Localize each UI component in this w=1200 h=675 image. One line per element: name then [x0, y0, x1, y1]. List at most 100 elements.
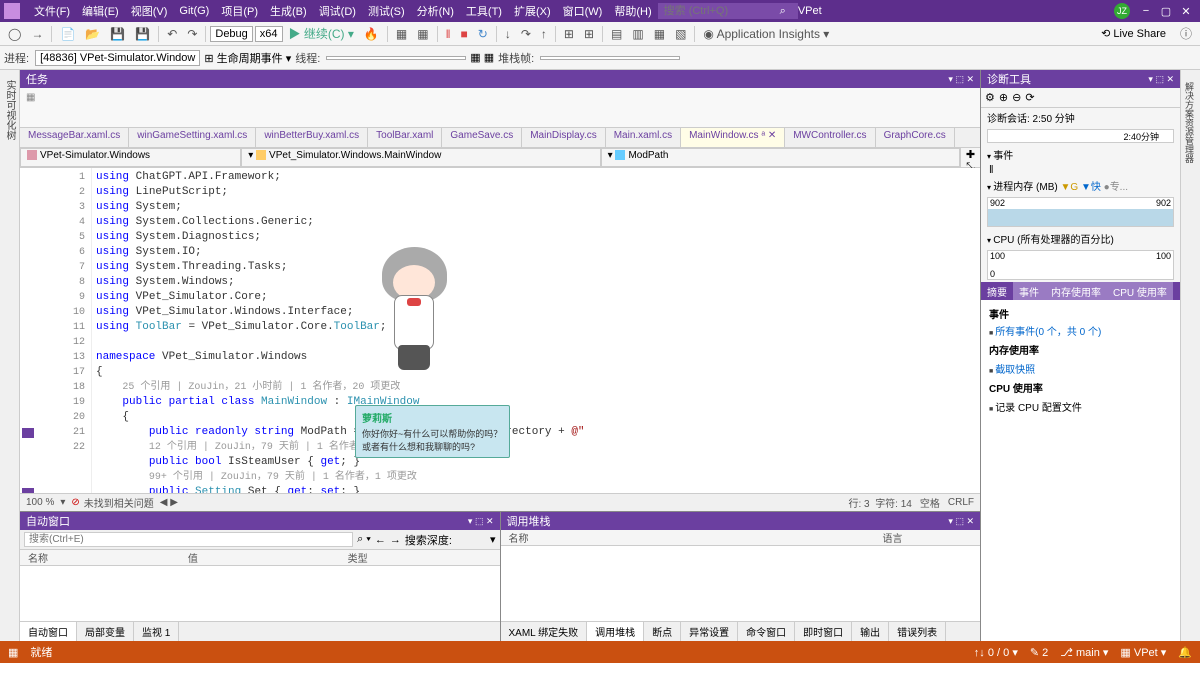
- task-panel-controls[interactable]: ▾ ⬚ ✕: [948, 74, 974, 85]
- step-out-button[interactable]: ↑: [537, 25, 551, 43]
- indent-mode[interactable]: 空格: [920, 495, 940, 510]
- restart-button[interactable]: ↻: [474, 25, 492, 43]
- cs-tab-5[interactable]: 即时窗口: [795, 622, 852, 641]
- right-vtab-0[interactable]: 解决方案资源管理器: [1181, 76, 1198, 641]
- errors-status[interactable]: ↑↓ 0 / 0 ▾: [974, 646, 1018, 659]
- close-button[interactable]: ✕: [1176, 5, 1196, 18]
- diag-timeline[interactable]: 2:40分钟: [987, 129, 1174, 143]
- diag-tab-cpu[interactable]: CPU 使用率: [1107, 282, 1173, 300]
- menu-extensions[interactable]: 扩展(X): [508, 3, 557, 19]
- maximize-button[interactable]: ▢: [1156, 5, 1176, 18]
- redo-button[interactable]: ↷: [183, 25, 201, 43]
- menu-tools[interactable]: 工具(T): [460, 3, 508, 19]
- notification-icon[interactable]: 🔔: [1178, 646, 1192, 659]
- diag-reset-icon[interactable]: ⟳: [1025, 91, 1034, 104]
- menu-window[interactable]: 窗口(W): [557, 3, 609, 19]
- menu-file[interactable]: 文件(F): [28, 3, 76, 19]
- issue-nav[interactable]: ◀ ▶: [160, 497, 178, 508]
- cs-tab-6[interactable]: 输出: [852, 622, 889, 641]
- lifecycle-button[interactable]: ⊞ 生命周期事件 ▾: [204, 50, 291, 66]
- tab-autos[interactable]: 自动窗口: [20, 622, 77, 641]
- config-dropdown[interactable]: Debug: [210, 26, 252, 42]
- process-dropdown[interactable]: [48836] VPet-Simulator.Window: [35, 50, 200, 66]
- commits-status[interactable]: ✎ 2: [1030, 646, 1048, 659]
- bookmark-icon[interactable]: [22, 488, 34, 493]
- search-icon[interactable]: ⌕: [780, 5, 786, 18]
- xaml-tools4-button[interactable]: ▧: [671, 25, 690, 43]
- save-button[interactable]: 💾: [106, 25, 129, 43]
- cs-tab-2[interactable]: 断点: [644, 622, 681, 641]
- menu-edit[interactable]: 编辑(E): [76, 3, 125, 19]
- new-project-button[interactable]: 📄: [56, 25, 79, 43]
- menu-git[interactable]: Git(G): [173, 5, 215, 17]
- doc-tab-5[interactable]: MainDisplay.cs: [522, 128, 606, 147]
- branch-status[interactable]: ⎇ main ▾: [1060, 646, 1108, 659]
- cs-tab-0[interactable]: XAML 绑定失败: [501, 622, 588, 641]
- tab-watch[interactable]: 监视 1: [134, 622, 179, 641]
- menu-view[interactable]: 视图(V): [125, 3, 174, 19]
- nav-project-dropdown[interactable]: VPet-Simulator.Windows: [20, 148, 241, 167]
- stackframe-dropdown[interactable]: [540, 56, 680, 60]
- xaml-tools2-button[interactable]: ▥: [628, 25, 647, 43]
- diag-events-section[interactable]: 事件: [981, 145, 1180, 164]
- cs-tab-4[interactable]: 命令窗口: [738, 622, 795, 641]
- doc-tab-3[interactable]: ToolBar.xaml: [368, 128, 442, 147]
- feedback-button[interactable]: ⓘ: [1176, 23, 1196, 44]
- diag-tab-memory[interactable]: 内存使用率: [1045, 282, 1107, 300]
- user-avatar[interactable]: JZ: [1114, 3, 1130, 19]
- zoom-level[interactable]: 100 %: [26, 497, 54, 508]
- db-button[interactable]: ▦: [392, 25, 411, 43]
- save-all-button[interactable]: 💾: [131, 25, 154, 43]
- nav-split-button[interactable]: ✚ ⤡: [960, 148, 980, 167]
- thread-tools[interactable]: ▦ ▦: [470, 51, 494, 64]
- cs-col-lang[interactable]: 语言: [875, 530, 981, 545]
- nav-back-button[interactable]: ◯: [4, 25, 25, 43]
- xaml-tools3-button[interactable]: ▦: [650, 25, 669, 43]
- diag-settings-icon[interactable]: ⚙: [985, 91, 995, 104]
- diag-cpu-section[interactable]: CPU (所有处理器的百分比): [981, 229, 1180, 248]
- col-value[interactable]: 值: [180, 550, 340, 565]
- continue-button[interactable]: ▶ 继续(C) ▾: [285, 23, 358, 44]
- step-into-button[interactable]: ↓: [501, 25, 515, 43]
- doc-tab-0[interactable]: MessageBar.xaml.cs: [20, 128, 129, 147]
- toolbox-button[interactable]: ⊞: [560, 25, 578, 43]
- search-input[interactable]: [658, 3, 798, 19]
- diag-zoom-in-icon[interactable]: ⊕: [999, 91, 1008, 104]
- menu-help[interactable]: 帮助(H): [608, 3, 657, 19]
- col-type[interactable]: 类型: [340, 550, 500, 565]
- hot-reload-button[interactable]: 🔥: [360, 25, 383, 43]
- cs-tab-1[interactable]: 调用堆栈: [587, 622, 644, 641]
- thread-dropdown[interactable]: [326, 56, 466, 60]
- doc-tab-9[interactable]: GraphCore.cs: [876, 128, 955, 147]
- diag-cpu-record-link[interactable]: 记录 CPU 配置文件: [989, 399, 1172, 414]
- repo-status[interactable]: ▦ VPet ▾: [1120, 646, 1166, 659]
- diag-tab-summary[interactable]: 摘要: [981, 282, 1013, 300]
- doc-tab-6[interactable]: Main.xaml.cs: [606, 128, 681, 147]
- diag-events-link[interactable]: 所有事件(0 个，共 0 个): [989, 323, 1172, 338]
- col-name[interactable]: 名称: [20, 550, 180, 565]
- nav-fwd-button[interactable]: →: [27, 25, 47, 43]
- menu-analyze[interactable]: 分析(N): [411, 3, 460, 19]
- menu-test[interactable]: 测试(S): [362, 3, 411, 19]
- memory-chart[interactable]: 902 902 0: [987, 197, 1174, 227]
- xaml-tools-button[interactable]: ▤: [607, 25, 626, 43]
- menu-debug[interactable]: 调试(D): [313, 3, 362, 19]
- diag-memory-section[interactable]: 进程内存 (MB) ▼G ▼快 ●专...: [981, 176, 1180, 195]
- line-ending[interactable]: CRLF: [948, 497, 974, 508]
- doc-tab-1[interactable]: winGameSetting.xaml.cs: [129, 128, 256, 147]
- app-insights-button[interactable]: ◉ Application Insights ▾: [699, 25, 833, 43]
- step-over-button[interactable]: ↷: [517, 25, 535, 43]
- doc-tab-7[interactable]: MainWindow.cs ᵃ ✕: [681, 128, 785, 147]
- diag-tab-events[interactable]: 事件: [1013, 282, 1045, 300]
- pause-icon[interactable]: ‖: [989, 164, 994, 176]
- menu-project[interactable]: 项目(P): [215, 3, 264, 19]
- doc-tab-2[interactable]: winBetterBuy.xaml.cs: [256, 128, 368, 147]
- doc-tab-8[interactable]: MWController.cs: [785, 128, 875, 147]
- nav-class-dropdown[interactable]: ▾ VPet_Simulator.Windows.MainWindow: [241, 148, 600, 167]
- stop-button[interactable]: ■: [457, 25, 472, 43]
- doc-tab-4[interactable]: GameSave.cs: [442, 128, 522, 147]
- autos-search-input[interactable]: [24, 532, 353, 547]
- db2-button[interactable]: ▦: [413, 25, 432, 43]
- live-share-button[interactable]: ⟲ Live Share: [1093, 27, 1174, 40]
- vpet-speech-bubble[interactable]: 萝莉斯 你好你好~有什么可以帮助你的吗？或者有什么想和我聊聊的吗?: [355, 405, 510, 458]
